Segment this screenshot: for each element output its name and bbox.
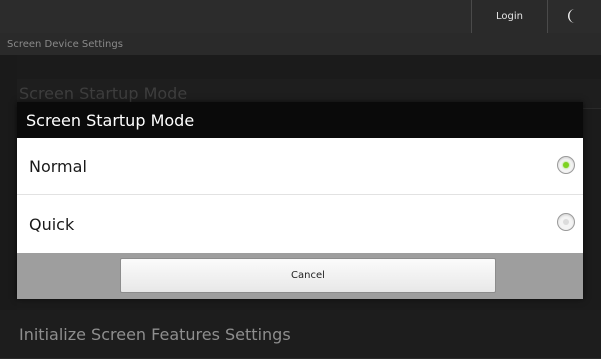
login-button[interactable]: Login — [471, 0, 548, 33]
login-label: Login — [496, 11, 523, 22]
radio-empty-dot — [563, 219, 569, 225]
radio-button-quick[interactable] — [557, 213, 575, 231]
startup-mode-dialog: Screen Startup Mode Normal Quick Cancel — [17, 102, 583, 299]
dialog-title-bar: Screen Startup Mode — [17, 102, 583, 138]
cancel-button[interactable]: Cancel — [120, 258, 496, 293]
option-label: Normal — [29, 156, 87, 176]
radio-selected-dot — [563, 162, 569, 168]
moon-icon[interactable] — [565, 8, 581, 24]
radio-button-normal[interactable] — [557, 156, 575, 174]
option-normal[interactable]: Normal — [17, 138, 583, 195]
overlay-shade — [0, 55, 17, 310]
page-title-bar: Screen Device Settings — [0, 33, 601, 55]
list-item[interactable]: Initialize Screen Features Settings — [0, 310, 601, 359]
cancel-label: Cancel — [291, 270, 325, 281]
dialog-title: Screen Startup Mode — [26, 110, 195, 130]
list-item-label: Initialize Screen Features Settings — [19, 324, 291, 344]
top-status-bar: Login — [0, 0, 601, 33]
option-label: Quick — [29, 214, 75, 234]
dialog-footer: Cancel — [17, 253, 583, 299]
option-quick[interactable]: Quick — [17, 195, 583, 253]
page-title: Screen Device Settings — [7, 38, 123, 50]
